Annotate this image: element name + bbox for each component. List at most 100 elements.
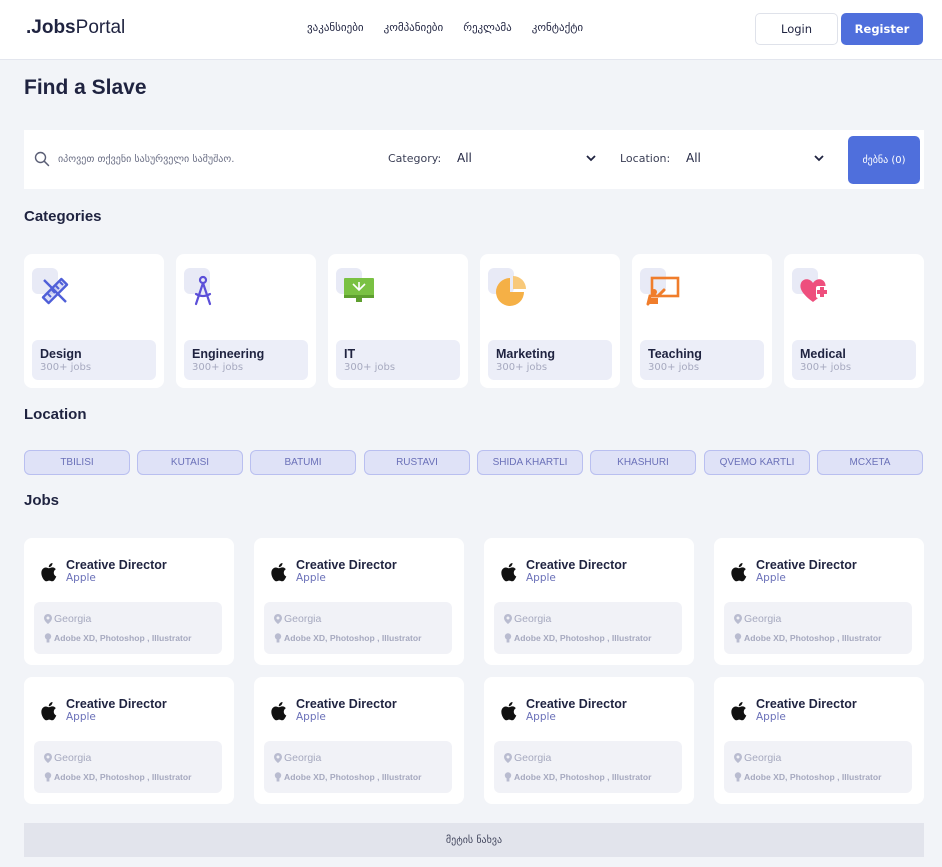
job-card[interactable]: Creative Director Apple Georgia Adobe XD, P…: [24, 677, 234, 804]
monitor-icon: [344, 278, 374, 302]
job-location: Georgia: [284, 752, 322, 764]
nav-item-companies[interactable]: კომპანიები: [384, 21, 444, 34]
heart-plus-icon: [800, 279, 828, 302]
job-skills: Adobe XD, Photoshop , Illustrator: [54, 772, 192, 782]
job-card[interactable]: Creative Director Apple Georgia Adobe XD, P…: [714, 538, 924, 665]
job-meta: Georgia Adobe XD, Photoshop , Illustrator: [494, 602, 682, 654]
nav-item-vacancies[interactable]: ვაკანსიები: [307, 21, 364, 34]
category-name: Medical: [800, 347, 846, 361]
lightbulb-icon: [734, 772, 742, 782]
category-card-engineering[interactable]: Engineering 300+ jobs: [176, 254, 316, 388]
login-button[interactable]: Login: [755, 13, 838, 45]
search-bar: Category: All Location: All ძებნა (0): [24, 130, 924, 189]
category-card-design[interactable]: Design 300+ jobs: [24, 254, 164, 388]
location-pin-icon: [734, 614, 742, 624]
search-input[interactable]: [58, 148, 358, 170]
location-chip-kutaisi[interactable]: KUTAISI: [137, 450, 243, 475]
category-count: 300+ jobs: [648, 362, 700, 373]
job-location: Georgia: [744, 613, 782, 625]
job-title: Creative Director: [66, 558, 167, 572]
nav-item-advertising[interactable]: რეკლამა: [463, 21, 512, 34]
job-card[interactable]: Creative Director Apple Georgia Adobe XD, P…: [714, 677, 924, 804]
location-chip-batumi[interactable]: BATUMI: [250, 450, 356, 475]
category-count: 300+ jobs: [800, 362, 852, 373]
load-more-button[interactable]: მეტის ნახვა: [24, 823, 924, 857]
category-name: Design: [40, 347, 82, 361]
logo[interactable]: .JobsPortal: [26, 17, 125, 39]
job-company: Apple: [756, 572, 786, 584]
location-select[interactable]: All: [686, 151, 701, 165]
location-pin-icon: [504, 614, 512, 624]
job-location: Georgia: [54, 613, 92, 625]
job-skills: Adobe XD, Photoshop , Illustrator: [514, 633, 652, 643]
job-location: Georgia: [514, 752, 552, 764]
job-location: Georgia: [284, 613, 322, 625]
nav-item-contact[interactable]: კონტაქტი: [532, 21, 583, 34]
job-company: Apple: [526, 572, 556, 584]
category-card-it[interactable]: IT 300+ jobs: [328, 254, 468, 388]
apple-logo-icon: [731, 563, 747, 582]
job-title: Creative Director: [66, 697, 167, 711]
job-skills: Adobe XD, Photoshop , Illustrator: [744, 772, 882, 782]
job-meta: Georgia Adobe XD, Photoshop , Illustrator: [264, 602, 452, 654]
location-chip-mcxeta[interactable]: MCXETA: [817, 450, 923, 475]
lightbulb-icon: [44, 633, 52, 643]
job-card[interactable]: Creative Director Apple Georgia Adobe XD, P…: [484, 538, 694, 665]
job-meta: Georgia Adobe XD, Photoshop , Illustrator: [724, 602, 912, 654]
apple-logo-icon: [271, 563, 287, 582]
location-pin-icon: [44, 614, 52, 624]
lightbulb-icon: [274, 633, 282, 643]
location-pin-icon: [274, 753, 282, 763]
category-count: 300+ jobs: [344, 362, 396, 373]
pie-chart-icon: [496, 276, 526, 306]
category-card-medical[interactable]: Medical 300+ jobs: [784, 254, 924, 388]
job-title: Creative Director: [756, 558, 857, 572]
location-title: Location: [24, 406, 87, 423]
job-company: Apple: [296, 711, 326, 723]
job-company: Apple: [296, 572, 326, 584]
job-company: Apple: [66, 572, 96, 584]
job-company: Apple: [66, 711, 96, 723]
category-card-marketing[interactable]: Marketing 300+ jobs: [480, 254, 620, 388]
apple-logo-icon: [41, 563, 57, 582]
search-button[interactable]: ძებნა (0): [848, 136, 920, 184]
job-title: Creative Director: [756, 697, 857, 711]
apple-logo-icon: [731, 702, 747, 721]
category-card-teaching[interactable]: Teaching 300+ jobs: [632, 254, 772, 388]
category-count: 300+ jobs: [40, 362, 92, 373]
page-title: Find a Slave: [24, 76, 147, 99]
location-chip-tbilisi[interactable]: TBILISI: [24, 450, 130, 475]
category-select[interactable]: All: [457, 151, 472, 165]
location-chip-rustavi[interactable]: RUSTAVI: [364, 450, 470, 475]
chevron-down-icon[interactable]: [585, 152, 597, 164]
location-chip-shida-khartli[interactable]: SHIDA KHARTLI: [477, 450, 583, 475]
lightbulb-icon: [44, 772, 52, 782]
lightbulb-icon: [504, 633, 512, 643]
job-card[interactable]: Creative Director Apple Georgia Adobe XD, P…: [24, 538, 234, 665]
jobs-title: Jobs: [24, 492, 60, 509]
job-meta: Georgia Adobe XD, Photoshop , Illustrator: [34, 602, 222, 654]
location-chip-khashuri[interactable]: KHASHURI: [590, 450, 696, 475]
register-button[interactable]: Register: [841, 13, 923, 45]
main-nav: ვაკანსიები კომპანიები რეკლამა კონტაქტი: [307, 21, 583, 34]
job-skills: Adobe XD, Photoshop , Illustrator: [284, 772, 422, 782]
location-chip-qvemo-kartli[interactable]: QVEMO KARTLI: [704, 450, 810, 475]
job-card[interactable]: Creative Director Apple Georgia Adobe XD, P…: [254, 538, 464, 665]
apple-logo-icon: [271, 702, 287, 721]
job-location: Georgia: [514, 613, 552, 625]
location-pin-icon: [504, 753, 512, 763]
apple-logo-icon: [501, 702, 517, 721]
search-icon: [34, 151, 50, 167]
job-company: Apple: [526, 711, 556, 723]
chevron-down-icon[interactable]: [813, 152, 825, 164]
location-pin-icon: [274, 614, 282, 624]
job-meta: Georgia Adobe XD, Photoshop , Illustrator: [34, 741, 222, 793]
job-skills: Adobe XD, Photoshop , Illustrator: [284, 633, 422, 643]
job-title: Creative Director: [296, 697, 397, 711]
job-location: Georgia: [54, 752, 92, 764]
job-title: Creative Director: [526, 558, 627, 572]
lightbulb-icon: [734, 633, 742, 643]
job-card[interactable]: Creative Director Apple Georgia Adobe XD, P…: [484, 677, 694, 804]
categories-title: Categories: [24, 208, 102, 225]
job-card[interactable]: Creative Director Apple Georgia Adobe XD, P…: [254, 677, 464, 804]
